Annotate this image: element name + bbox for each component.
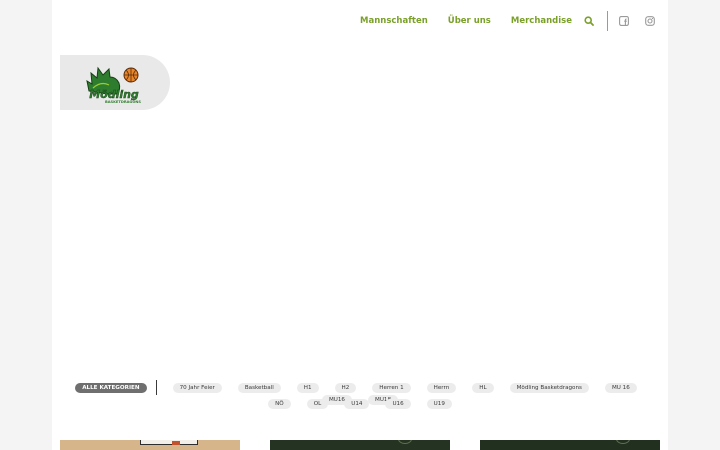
filter-pill[interactable]: Herren 1 — [372, 382, 411, 393]
club-logo[interactable]: Mödling BASKETDRAGONS — [60, 55, 170, 110]
logo-watermark-image — [616, 440, 630, 444]
page-container: Mannschaften Über uns Merchandise Mödlin… — [52, 0, 668, 450]
top-navigation: Mannschaften Über uns Merchandise — [360, 11, 656, 31]
post-card-thumbnail[interactable] — [270, 440, 450, 450]
filter-row-2: NÖ OL U14 U16 U19 — [60, 396, 660, 411]
instagram-icon[interactable] — [644, 15, 656, 27]
filter-pill[interactable]: Herrn — [426, 382, 457, 393]
filter-pill[interactable]: U19 — [426, 398, 452, 409]
nav-link-mannschaften[interactable]: Mannschaften — [360, 16, 428, 26]
filter-row-1: ALLE KATEGORIEN 70 Jahr Feier Basketball… — [60, 380, 660, 405]
post-card-thumbnail[interactable] — [60, 440, 240, 450]
image-detail — [172, 441, 180, 445]
basketball-backboard-image — [140, 440, 198, 445]
nav-link-merchandise[interactable]: Merchandise — [511, 16, 572, 26]
dragon-logo-icon: Mödling BASKETDRAGONS — [86, 66, 141, 104]
filter-pill[interactable]: H1 — [296, 382, 319, 393]
search-icon[interactable] — [583, 15, 595, 27]
filter-pill[interactable]: HL — [472, 382, 494, 393]
logo-watermark-image — [398, 440, 412, 444]
nav-divider — [607, 11, 608, 31]
filter-pill[interactable]: U14 — [344, 398, 370, 409]
filter-pill[interactable]: 70 Jahr Feier — [172, 382, 222, 393]
filter-pill[interactable]: NÖ — [268, 398, 291, 409]
category-filter: ALLE KATEGORIEN 70 Jahr Feier Basketball… — [60, 380, 660, 411]
facebook-icon[interactable] — [618, 15, 630, 27]
filter-pill[interactable]: Mödling Basketdragons — [509, 382, 589, 393]
filter-divider — [155, 380, 157, 395]
filter-pill[interactable]: OL — [306, 398, 329, 409]
nav-link-ueber-uns[interactable]: Über uns — [448, 16, 491, 26]
filter-all-categories[interactable]: ALLE KATEGORIEN — [75, 382, 147, 393]
filter-pill[interactable]: H2 — [334, 382, 357, 393]
filter-pill[interactable]: Basketball — [237, 382, 281, 393]
filter-pill[interactable]: U16 — [385, 398, 411, 409]
post-card-thumbnail[interactable] — [480, 440, 660, 450]
filter-pill[interactable]: MU 16 — [604, 382, 637, 393]
logo-subtitle: BASKETDRAGONS — [105, 100, 141, 104]
